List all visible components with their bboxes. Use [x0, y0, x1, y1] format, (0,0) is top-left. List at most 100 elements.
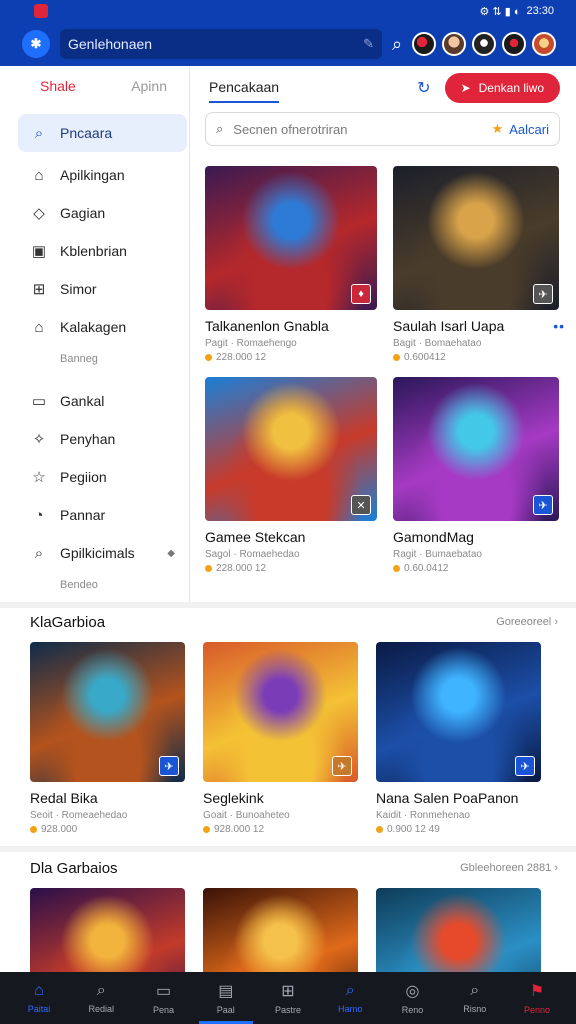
search-icon[interactable]: ⌕: [392, 34, 402, 55]
game-card[interactable]: ✈ GamondMag Ragit · Bumaebatao 0.60.0412: [393, 377, 559, 574]
nav-item-redial[interactable]: ⌕ Redial: [74, 972, 128, 1024]
game-thumbnail[interactable]: ✈: [393, 166, 559, 310]
coin-icon: [376, 826, 383, 833]
puzzle-icon: ✧: [32, 431, 46, 448]
game-meta-value: 0.60.0412: [404, 563, 449, 574]
tab-pencakaan[interactable]: Pencakaan: [209, 79, 280, 103]
game-thumbnail[interactable]: ✈: [393, 377, 559, 521]
section-title: Dla Garbaios: [30, 859, 118, 877]
home-icon: ⌂: [34, 318, 44, 336]
nav-item-penno[interactable]: ⚑ Penno: [510, 972, 564, 1024]
sidebar-tab-shale[interactable]: Shale: [40, 78, 76, 108]
game-title: GamondMag: [393, 529, 474, 545]
app-logo-icon[interactable]: ✱: [22, 30, 50, 58]
nav-item-risno[interactable]: ⌕ Risno: [448, 972, 502, 1024]
avatar[interactable]: [412, 32, 437, 56]
avatar[interactable]: [472, 32, 497, 56]
nav-item-paitai[interactable]: ⌂ Paitai: [12, 972, 66, 1024]
game-meta-value: 928.000 12: [214, 824, 265, 835]
game-thumbnail[interactable]: ✈: [376, 642, 541, 782]
primary-action-button[interactable]: ➤ Denkan liwo: [444, 73, 560, 103]
status-time: 23:30: [526, 5, 554, 17]
game-subtitle: Sagol · Romaehedao: [205, 549, 300, 560]
game-grid: ♦ Talkanenlon Gnabla Pagit · Romaehengo …: [191, 146, 576, 574]
game-thumbnail[interactable]: ♦: [205, 166, 377, 310]
nav-item-pastre[interactable]: ⊞ Pastre: [261, 972, 315, 1024]
game-card[interactable]: ✈ Nana Salen PoaPanon Kaidit · Ronmehena…: [376, 642, 541, 835]
avatar[interactable]: [442, 32, 467, 56]
nav-item-harno[interactable]: ⌕ Harno: [323, 972, 377, 1024]
game-meta-value: 0.600412: [404, 352, 446, 363]
search-icon: ⌕: [470, 982, 480, 999]
game-card[interactable]: ♦ Talkanenlon Gnabla Pagit · Romaehengo …: [205, 166, 377, 363]
search-filter-button[interactable]: ★ Aalcari: [492, 121, 549, 137]
sidebar-item-label: Kblenbrian: [60, 243, 127, 259]
sidebar-item-label: Gpilkicimals: [60, 545, 135, 561]
game-meta-value: 928.000: [41, 824, 78, 835]
sidebar-item-kalakagen[interactable]: ⌂ Kalakagen: [0, 308, 189, 346]
refresh-icon[interactable]: ↻: [417, 78, 430, 98]
game-title: Nana Salen PoaPanon: [376, 790, 519, 806]
sidebar-tab-apinn[interactable]: Apinn: [131, 78, 167, 108]
more-options-icon[interactable]: ••: [553, 318, 565, 334]
game-card[interactable]: ✕ Gamee Stekcan Sagol · Romaehedao 228.0…: [205, 377, 377, 574]
coin-icon: [393, 565, 400, 572]
star-icon: ★: [491, 121, 504, 136]
game-meta-value: 228.000 12: [216, 563, 267, 574]
search-text: Genlehonaen: [68, 36, 153, 52]
avatar[interactable]: [502, 32, 527, 56]
game-thumbnail[interactable]: ✕: [205, 377, 377, 521]
game-card[interactable]: ✈ Redal Bika Seoit · Romeaehedao 928.000: [30, 642, 185, 835]
sidebar-item-gankal[interactable]: ▭ Gankal: [0, 382, 189, 420]
sidebar-item-label: Gankal: [60, 393, 105, 409]
nav-item-paal[interactable]: ▤ Paal: [198, 972, 253, 1024]
sidebar-item-kblenbrian[interactable]: ▣ Kblenbrian: [0, 232, 189, 270]
badge-icon: ✈: [515, 756, 535, 776]
game-title: Saulah Isarl Uapa: [393, 318, 505, 334]
search-icon: ⌕: [34, 124, 44, 142]
section-see-all-link[interactable]: Gbleehoreen 2881 ›: [460, 862, 558, 874]
content-search-input[interactable]: ⌕ Secnen ofnerotriran ★ Aalcari: [205, 112, 560, 146]
sidebar: Shale Apinn ⌕ Pncaara ⌂ Apilkingan ◇ Gag…: [0, 66, 190, 604]
sidebar-item-label: Kalakagen: [60, 319, 127, 335]
game-title: Talkanenlon Gnabla: [205, 318, 329, 334]
game-title: Seglekink: [203, 790, 264, 806]
nav-item-pena[interactable]: ▭ Pena: [137, 972, 191, 1024]
game-meta: 928.000 12: [203, 824, 358, 835]
clock-icon: ◔: [34, 506, 44, 524]
badge-icon: ✈: [332, 756, 352, 776]
game-card[interactable]: ✈ Saulah Isarl Uapa Bagit · Bomaehatao 0…: [393, 166, 564, 363]
section-see-all-link[interactable]: Goreeoreel ›: [496, 616, 558, 628]
library-icon: ▭: [155, 983, 172, 1000]
game-thumbnail[interactable]: ✈: [30, 642, 185, 782]
target-icon: ◎: [405, 983, 420, 1000]
game-meta-value: 228.000 12: [216, 352, 267, 363]
game-row: ✈ Redal Bika Seoit · Romeaehedao 928.000…: [0, 638, 576, 835]
shield-icon: ♦: [351, 284, 371, 304]
star-icon: ☆: [32, 469, 46, 486]
sidebar-item-pegiion[interactable]: ☆ Pegiion: [0, 458, 189, 496]
sidebar-item-pannar[interactable]: ◔ Pannar: [0, 496, 189, 534]
search-input[interactable]: Genlehonaen ✎: [60, 29, 382, 59]
coin-icon: [393, 354, 400, 361]
mic-icon[interactable]: ✎: [363, 36, 374, 52]
chevron-icon[interactable]: ◆: [167, 548, 175, 559]
game-subtitle: Pagit · Romaehengo: [205, 338, 297, 349]
game-card[interactable]: ✈ Seglekink Goait · Bunoaheteo 928.000 1…: [203, 642, 358, 835]
sidebar-item-label: Pegiion: [60, 469, 107, 485]
flag-icon: ⚑: [529, 983, 545, 1000]
sidebar-item-gagian[interactable]: ◇ Gagian: [0, 194, 189, 232]
sidebar-item-penyhan[interactable]: ✧ Penyhan: [0, 420, 189, 458]
search-icon: ⌕: [34, 544, 44, 562]
sidebar-item-gpilkicimals[interactable]: ⌕ Gpilkicimals ◆: [0, 534, 189, 572]
sidebar-item-simor[interactable]: ⊞ Simor: [0, 270, 189, 308]
sidebar-item-apilkingan[interactable]: ⌂ Apilkingan: [0, 156, 189, 194]
nav-item-reno[interactable]: ◎ Reno: [386, 972, 440, 1024]
game-thumbnail[interactable]: ✈: [203, 642, 358, 782]
sidebar-subtitle: Banneg: [60, 353, 98, 365]
sidebar-item-pncaara[interactable]: ⌕ Pncaara: [18, 114, 187, 152]
avatar[interactable]: [532, 32, 557, 56]
search-icon: ⌕: [216, 121, 224, 136]
sidebar-item-label: Pannar: [60, 507, 106, 523]
sidebar-tabs: Shale Apinn: [0, 66, 189, 108]
